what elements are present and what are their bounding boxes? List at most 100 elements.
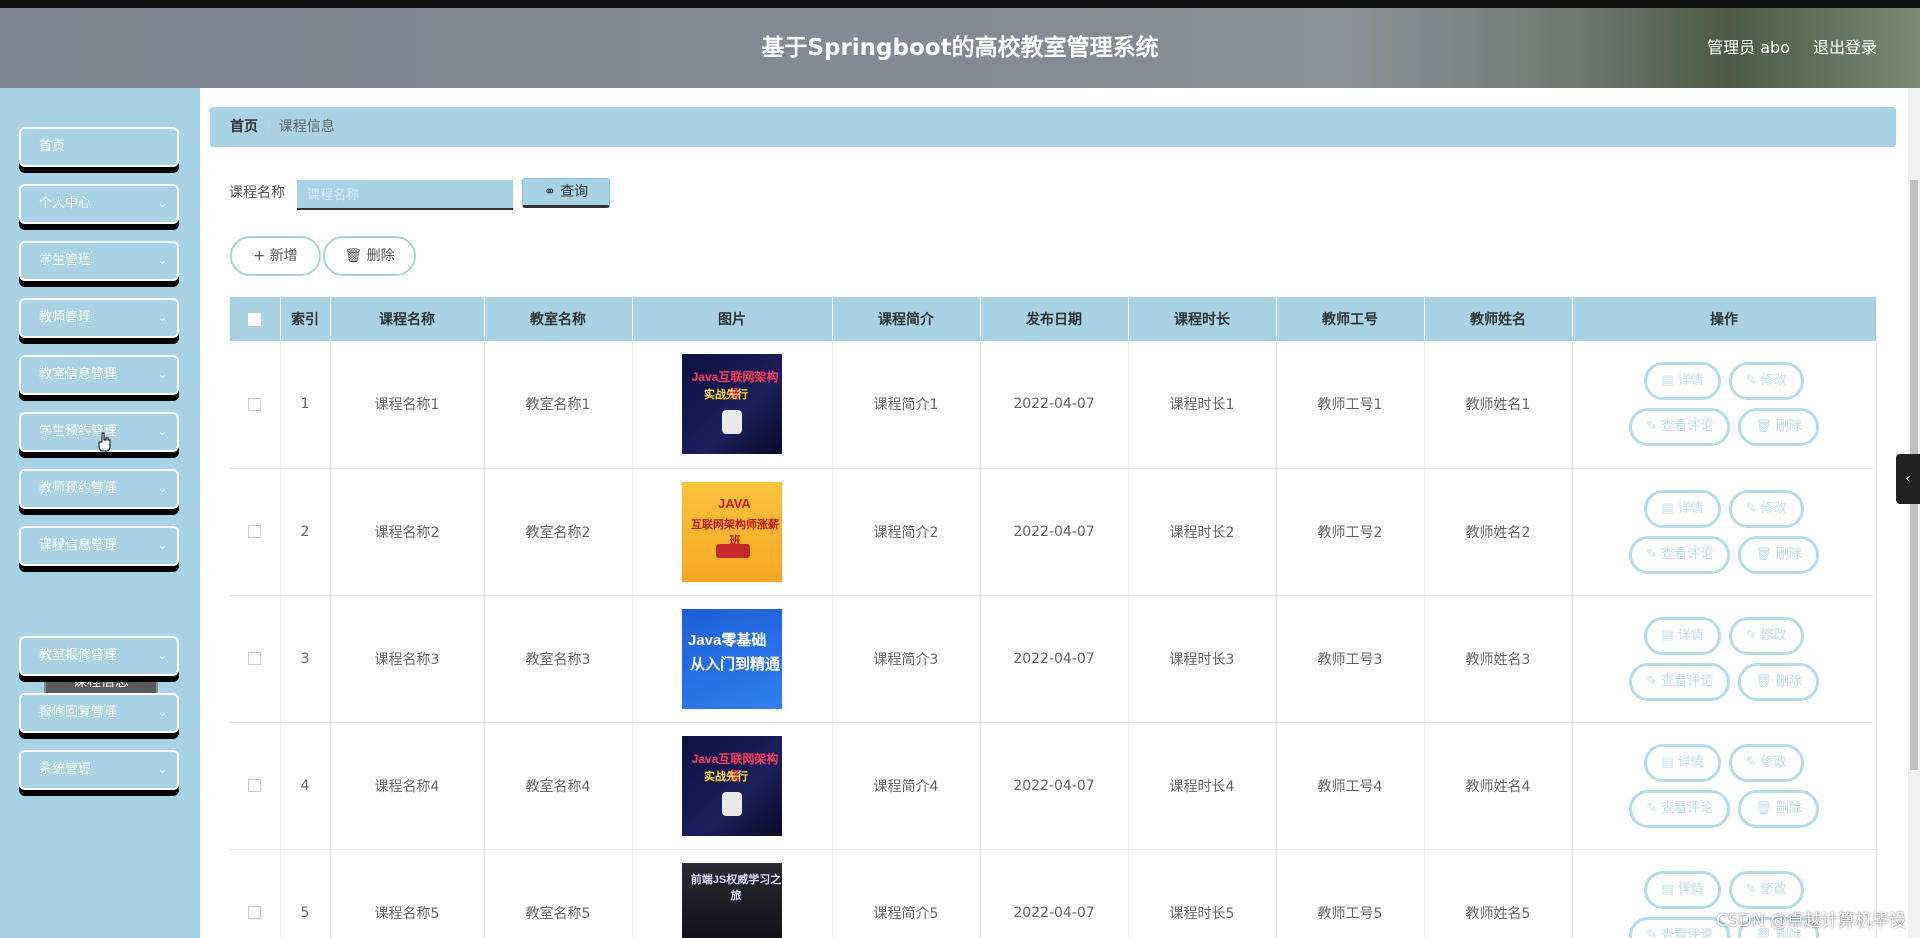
row-delete-button-label: 删除 <box>1775 546 1802 562</box>
intro-cell: 课程简介3 <box>832 595 981 723</box>
image-cell: Java互联网架构师 实战先行 <box>632 341 833 469</box>
sidebar-item-label: 个人中心 <box>39 196 92 211</box>
sidebar-item-home[interactable]: 首页 <box>19 127 179 167</box>
course-thumbnail[interactable]: Java零基础 从入门到精通 <box>682 608 782 709</box>
course-name-cell: 课程名称1 <box>330 341 485 469</box>
sidebar-item-teacher-booking[interactable]: 教师预约管理 ⌄ <box>19 469 179 509</box>
course-name-search-input[interactable] <box>297 180 513 210</box>
intro-cell: 课程简介5 <box>832 849 981 938</box>
row-checkbox[interactable] <box>248 652 262 665</box>
image-cell: Java零基础 从入门到精通 <box>632 595 833 723</box>
detail-button[interactable]: ▤ 详情 <box>1644 489 1721 528</box>
detail-button[interactable]: ▤ 详情 <box>1644 616 1721 655</box>
table-body: 1 课程名称1 教室名称1 Java互联网架构师 实战先行 课程简介1 2022-04-07… <box>230 341 1877 938</box>
duration-cell: 课程时长3 <box>1128 595 1277 723</box>
detail-button-label: 详情 <box>1677 500 1704 516</box>
sidebar-item-label: 教师预约管理 <box>39 481 118 496</box>
image-cell: Java互联网架构师 实战先行 <box>632 722 833 850</box>
sidebar-item-profile[interactable]: 个人中心 ⌄ <box>19 184 179 224</box>
sidebar-item-teachers[interactable]: 教师管理 ⌄ <box>19 298 179 338</box>
plus-icon: + <box>253 248 266 264</box>
row-select-cell[interactable] <box>230 849 281 938</box>
index-cell: 1 <box>280 341 331 469</box>
row-delete-button[interactable]: 🗑 删除 <box>1738 662 1819 701</box>
column-header: 课程名称 <box>330 297 485 341</box>
row-checkbox[interactable] <box>248 906 262 919</box>
operations-cell: ▤ 详情 ✎ 修改 ✎ 查看评论 🗑 删除 <box>1572 722 1877 850</box>
sidebar-item-students[interactable]: 学生管理 ⌄ <box>19 241 179 281</box>
table-header-row: 索引 课程名称 教室名称 图片 课程简介 发布日期 课程时长 教师工号 教师姓名… <box>230 297 1877 341</box>
edit-button[interactable]: ✎ 修改 <box>1728 489 1804 528</box>
thumbnail-figure <box>722 791 742 816</box>
edit-button[interactable]: ✎ 修改 <box>1728 870 1804 909</box>
sidebar-item-label: 学生管理 <box>39 253 92 268</box>
course-thumbnail[interactable]: Java互联网架构师 实战先行 <box>682 354 782 455</box>
chevron-down-icon: ⌄ <box>157 197 167 210</box>
row-delete-button[interactable]: 🗑 删除 <box>1738 408 1819 447</box>
date-cell: 2022-04-07 <box>980 849 1129 938</box>
detail-button[interactable]: ▤ 详情 <box>1644 870 1721 909</box>
edit-button[interactable]: ✎ 修改 <box>1728 362 1804 401</box>
view-comments-button[interactable]: ✎ 查看评论 <box>1629 789 1731 828</box>
row-delete-button-label: 删除 <box>1775 673 1802 689</box>
row-checkbox[interactable] <box>248 779 262 792</box>
sidebar-item-system[interactable]: 系统管理 ⌄ <box>19 750 179 790</box>
course-thumbnail[interactable]: 前端JS权威学习之旅 <box>682 862 782 938</box>
course-thumbnail[interactable]: JAVA 互联网架构师涨薪班 <box>682 481 782 582</box>
view-comments-button[interactable]: ✎ 查看评论 <box>1629 408 1731 447</box>
trash-icon: 🗑 <box>1755 673 1772 689</box>
sidebar: 首页 个人中心 ⌄ 学生管理 ⌄ 教师管理 ⌄ 教室信息管理 ⌄ 学生预约管理 ⌄ 教师预… <box>0 88 200 938</box>
row-select-cell[interactable] <box>230 341 281 469</box>
row-select-cell[interactable] <box>230 468 281 596</box>
duration-cell: 课程时长4 <box>1128 722 1277 850</box>
row-select-cell[interactable] <box>230 595 281 723</box>
pencil-icon: ✎ <box>1646 546 1658 562</box>
pencil-icon: ✎ <box>1745 373 1757 389</box>
search-button[interactable]: ⚭ 查询 <box>522 178 610 208</box>
detail-button[interactable]: ▤ 详情 <box>1644 362 1721 401</box>
room-name-cell: 教室名称3 <box>484 595 633 723</box>
sidebar-item-label: 系统管理 <box>39 762 92 777</box>
row-select-cell[interactable] <box>230 722 281 850</box>
document-icon: ▤ <box>1661 881 1674 897</box>
thumbnail-text: Java零基础 <box>688 631 767 649</box>
breadcrumb-separator: / <box>266 119 271 135</box>
row-delete-button[interactable]: 🗑 删除 <box>1738 535 1819 574</box>
detail-button-label: 详情 <box>1677 627 1704 643</box>
view-comments-button[interactable]: ✎ 查看评论 <box>1629 662 1731 701</box>
add-button[interactable]: + 新增 <box>230 236 321 276</box>
breadcrumb-home[interactable]: 首页 <box>230 119 258 135</box>
row-checkbox[interactable] <box>248 525 262 538</box>
teacher-name-cell: 教师姓名5 <box>1424 849 1573 938</box>
view-comments-button-label: 查看评论 <box>1661 673 1714 689</box>
column-header: 索引 <box>280 297 331 341</box>
trash-icon: 🗑 <box>344 248 363 264</box>
page-scrollbar[interactable] <box>1908 88 1920 938</box>
row-checkbox[interactable] <box>248 397 262 411</box>
detail-button[interactable]: ▤ 详情 <box>1644 743 1721 782</box>
sidebar-item-repairs[interactable]: 教室报修管理 ⌄ <box>19 636 179 676</box>
document-icon: ▤ <box>1661 373 1674 389</box>
logout-link[interactable]: 退出登录 <box>1813 8 1877 88</box>
delete-button[interactable]: 🗑 删除 <box>323 236 416 276</box>
course-thumbnail[interactable]: Java互联网架构师 实战先行 <box>682 735 782 836</box>
table-row: 4 课程名称4 教室名称4 Java互联网架构师 实战先行 课程简介4 2022-04-07… <box>230 722 1877 850</box>
view-comments-button[interactable]: ✎ 查看评论 <box>1629 535 1731 574</box>
table-row: 3 课程名称3 教室名称3 Java零基础 从入门到精通 课程简介3 2022-04-07 课… <box>230 595 1877 723</box>
operations-cell: ▤ 详情 ✎ 修改 ✎ 查看评论 🗑 删除 <box>1572 468 1877 596</box>
row-delete-button-label: 删除 <box>1775 800 1802 816</box>
detail-button-label: 详情 <box>1677 881 1704 897</box>
chevron-left-icon[interactable]: ‹ <box>1896 454 1920 504</box>
row-delete-button[interactable]: 🗑 删除 <box>1738 789 1819 828</box>
select-all-header[interactable] <box>230 297 281 341</box>
intro-cell: 课程简介1 <box>832 341 981 469</box>
app-header: 基于Springboot的高校教室管理系统 管理员 abo 退出登录 <box>0 8 1920 88</box>
sidebar-item-repair-replies[interactable]: 报修回复管理 ⌄ <box>19 693 179 733</box>
edit-button[interactable]: ✎ 修改 <box>1728 743 1804 782</box>
edit-button-label: 修改 <box>1760 754 1787 770</box>
sidebar-item-classrooms[interactable]: 教室信息管理 ⌄ <box>19 355 179 395</box>
edit-button[interactable]: ✎ 修改 <box>1728 616 1804 655</box>
select-all-checkbox[interactable] <box>248 312 262 326</box>
sidebar-item-courses[interactable]: 课程信息管理 ⌄ <box>19 526 179 566</box>
view-comments-button-label: 查看评论 <box>1661 800 1714 816</box>
